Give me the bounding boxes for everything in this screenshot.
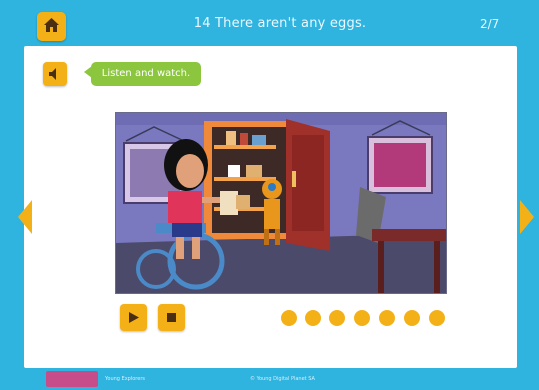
play-button[interactable] — [120, 304, 147, 331]
instruction-bubble: Listen and watch. — [84, 62, 201, 86]
play-icon — [129, 312, 139, 323]
home-button[interactable] — [37, 12, 66, 41]
progress-dot[interactable] — [305, 310, 321, 326]
kitchen-scene-image — [116, 113, 446, 293]
publisher-logo — [46, 371, 98, 387]
progress-dot[interactable] — [354, 310, 370, 326]
footer-series-text: Young Explorers — [105, 376, 145, 382]
page-counter: 2/7 — [480, 17, 500, 31]
lesson-title: 14 There aren't any eggs. — [193, 16, 367, 31]
arrow-left-icon[interactable] — [18, 200, 32, 234]
arrow-right-icon[interactable] — [520, 200, 534, 234]
stop-button[interactable] — [158, 304, 185, 331]
speaker-icon — [49, 68, 56, 80]
footer-copyright-text: © Young Digital Planet SA — [250, 376, 315, 382]
progress-dot[interactable] — [379, 310, 395, 326]
audio-button[interactable] — [43, 62, 67, 86]
home-icon — [44, 18, 59, 32]
progress-dot[interactable] — [429, 310, 445, 326]
video-frame[interactable] — [115, 112, 447, 294]
stop-icon — [167, 313, 176, 322]
progress-dot[interactable] — [404, 310, 420, 326]
progress-dot[interactable] — [281, 310, 297, 326]
progress-dot[interactable] — [329, 310, 345, 326]
